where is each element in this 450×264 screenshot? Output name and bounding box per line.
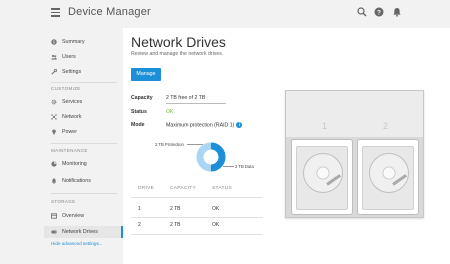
- table-cell-capacity: 2 TB: [170, 206, 181, 212]
- capacity-underline: [166, 103, 226, 104]
- sidebar-item-label: Services: [62, 99, 83, 105]
- sidebar-section-customize: CUSTOMIZE: [51, 86, 81, 91]
- mode-label: Mode: [131, 122, 145, 128]
- capacity-value: 2 TB free of 2 TB: [166, 95, 206, 101]
- table-divider: [131, 217, 263, 218]
- capacity-label: Capacity: [131, 95, 153, 101]
- bell-icon: [51, 178, 57, 184]
- sidebar-item-label: Notifications: [62, 178, 91, 184]
- page-title: Network Drives: [131, 34, 226, 50]
- mode-value-row: Maximum protection (RAID 1) i: [166, 122, 243, 129]
- sidebar-item-label: Power: [62, 129, 78, 135]
- table-cell-capacity: 2 TB: [170, 222, 181, 228]
- sidebar-divider: [51, 82, 117, 83]
- table-header-capacity: CAPACITY: [170, 186, 197, 191]
- bell-icon[interactable]: [392, 7, 402, 17]
- table-cell-drive: 2: [138, 222, 141, 228]
- page-subtitle: Review and manage the network drives.: [131, 51, 224, 57]
- sidebar-item-network-drives[interactable]: Network Drives: [44, 226, 123, 238]
- svg-text:?: ?: [377, 9, 381, 16]
- hard-drive-image: [296, 146, 348, 210]
- sidebar-item-monitoring[interactable]: Monitoring: [44, 158, 123, 170]
- sidebar-item-label: Monitoring: [62, 161, 87, 167]
- hamburger-menu-icon[interactable]: [51, 8, 60, 17]
- sidebar-item-network[interactable]: Network: [44, 111, 123, 123]
- table-cell-status: OK: [212, 206, 220, 212]
- sidebar-item-overview[interactable]: Overview: [44, 210, 123, 222]
- hide-advanced-settings-link[interactable]: Hide advanced settings...: [51, 241, 103, 246]
- table-header-status: STATUS: [212, 186, 233, 191]
- table-divider: [131, 197, 263, 198]
- sidebar-divider: [51, 193, 117, 194]
- drive-icon: [51, 229, 57, 235]
- status-value: OK: [166, 109, 174, 115]
- help-icon[interactable]: ?: [374, 7, 384, 17]
- info-icon[interactable]: i: [236, 122, 243, 128]
- info-circle-icon: [51, 39, 57, 45]
- bay-number-2: 2: [383, 121, 389, 131]
- network-icon: [51, 114, 57, 120]
- donut-hole: [205, 151, 217, 163]
- sidebar-item-label: Users: [62, 54, 76, 60]
- sidebar-item-users[interactable]: Users: [44, 51, 123, 63]
- table-header-drive: DRIVE: [138, 186, 155, 191]
- device-top-panel: [286, 91, 423, 137]
- table-cell-status: OK: [212, 222, 220, 228]
- donut-leader-line: [187, 144, 203, 145]
- status-label: Status: [131, 109, 147, 115]
- sidebar-section-maintenance: MAINTENANCE: [51, 148, 88, 153]
- hard-drive-image: [362, 146, 414, 210]
- users-icon: [51, 54, 57, 60]
- table-divider: [131, 234, 263, 235]
- sidebar-item-power[interactable]: Power: [44, 126, 123, 138]
- drive-platter: [303, 153, 343, 193]
- sidebar-section-storage: STORAGE: [51, 199, 76, 204]
- sidebar-item-services[interactable]: Services: [44, 96, 123, 108]
- manage-button[interactable]: Manage: [131, 68, 161, 81]
- drive-platter: [369, 153, 409, 193]
- gear-icon: [51, 99, 57, 105]
- sidebar-divider: [51, 143, 117, 144]
- overview-icon: [51, 213, 57, 219]
- lightbulb-icon: [51, 129, 57, 135]
- sidebar-item-label: Network: [62, 114, 82, 120]
- drive-bay-1: [291, 139, 353, 215]
- wrench-icon: [51, 68, 58, 75]
- donut-data-label: 2 TB Data: [235, 164, 254, 169]
- bay-number-1: 1: [322, 121, 328, 131]
- device-illustration: 1 2: [285, 90, 424, 218]
- donut-leader-line: [223, 166, 234, 167]
- app-title: Device Manager: [68, 6, 151, 18]
- sidebar: Summary Users Settings CUSTOMIZE Service…: [44, 28, 123, 264]
- sidebar-item-notifications[interactable]: Notifications: [44, 175, 123, 187]
- table-cell-drive: 1: [138, 206, 141, 212]
- monitoring-icon: [51, 161, 57, 167]
- mode-value: Maximum protection (RAID 1): [166, 122, 235, 129]
- donut-protection-label: 2 TB Protection: [155, 142, 184, 147]
- sidebar-item-summary[interactable]: Summary: [44, 36, 123, 48]
- search-icon[interactable]: [357, 7, 367, 17]
- sidebar-item-label: Settings: [62, 69, 82, 75]
- top-bar: Device Manager ?: [0, 0, 450, 28]
- sidebar-item-label: Network Drives: [62, 229, 98, 235]
- sidebar-item-settings[interactable]: Settings: [44, 66, 123, 78]
- drive-bay-2: [357, 139, 419, 215]
- sidebar-item-label: Overview: [62, 213, 85, 219]
- capacity-donut-chart: [196, 142, 226, 172]
- sidebar-item-label: Summary: [62, 39, 85, 45]
